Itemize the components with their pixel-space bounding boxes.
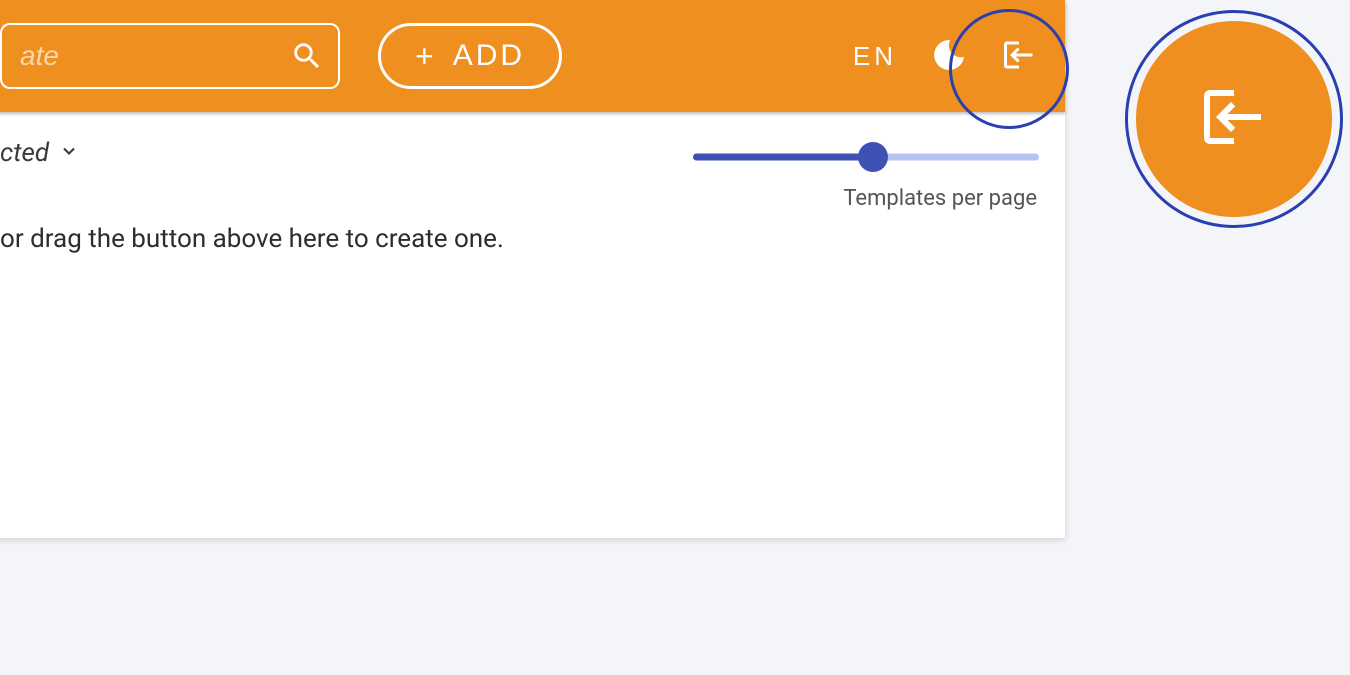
- add-button-label: ADD: [453, 39, 525, 73]
- add-button[interactable]: + ADD: [378, 23, 562, 89]
- empty-state-hint: or drag the button above here to create …: [0, 224, 1033, 254]
- language-button[interactable]: EN: [847, 33, 903, 80]
- login-icon: [1001, 37, 1037, 76]
- toolbar-right: EN: [847, 0, 1065, 112]
- login-icon: [1198, 81, 1270, 157]
- templates-per-page-label: Templates per page: [693, 186, 1039, 211]
- search-icon[interactable]: [290, 39, 324, 73]
- search-input[interactable]: [20, 25, 278, 87]
- slider-thumb[interactable]: [858, 142, 888, 172]
- login-button[interactable]: [995, 32, 1043, 80]
- chevron-down-icon: [59, 138, 79, 168]
- theme-toggle-button[interactable]: [925, 32, 973, 80]
- annotation-circle-large: [1125, 10, 1343, 228]
- plus-icon: +: [415, 40, 437, 72]
- toolbar: + ADD EN: [0, 0, 1065, 112]
- selected-dropdown-label: cted: [0, 138, 49, 168]
- moon-icon: [931, 37, 967, 76]
- templates-per-page-block: Templates per page: [693, 142, 1039, 211]
- slider-track-fill: [693, 154, 873, 161]
- app-panel: + ADD EN cted: [0, 0, 1065, 538]
- annotation-zoom-circle: [1136, 21, 1332, 217]
- body-area: cted Templates per page or drag the butt…: [0, 112, 1065, 254]
- templates-per-page-slider[interactable]: [693, 142, 1039, 172]
- search-field-wrap[interactable]: [0, 23, 340, 89]
